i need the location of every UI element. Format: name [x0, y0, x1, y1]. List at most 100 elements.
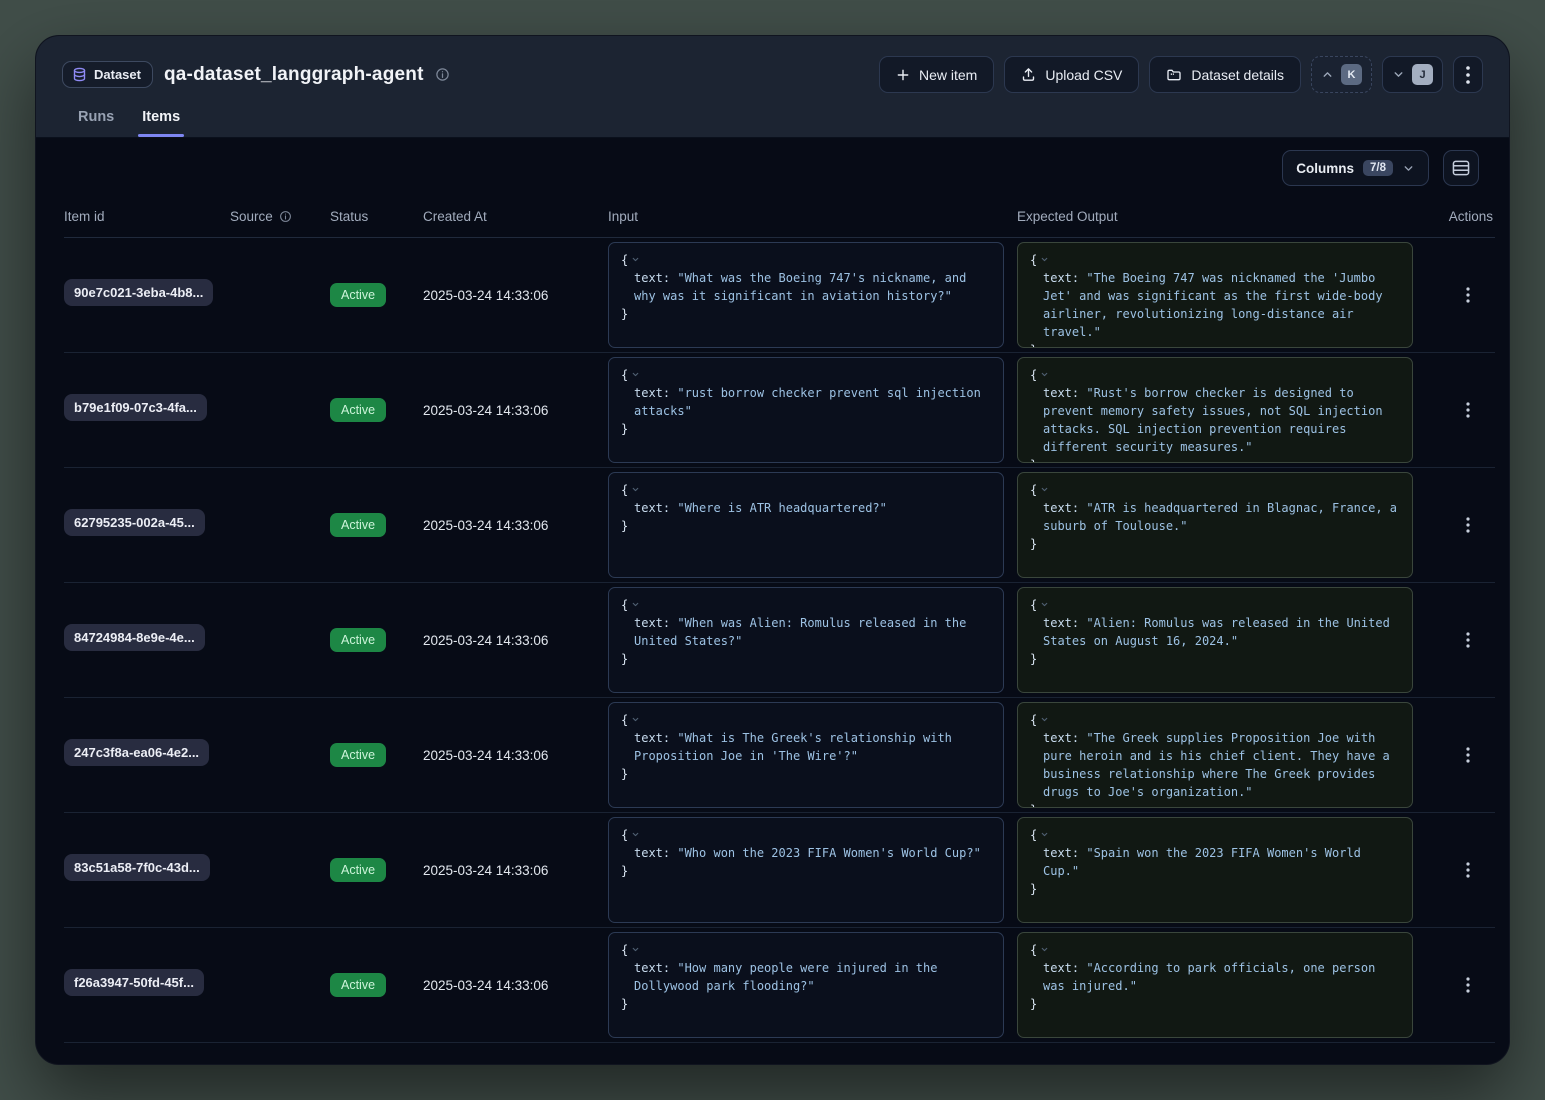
upload-csv-button[interactable]: Upload CSV — [1004, 56, 1139, 93]
status-badge: Active — [330, 973, 386, 997]
kebab-menu-icon — [1466, 517, 1470, 533]
dataset-details-button[interactable]: Dataset details — [1149, 56, 1301, 93]
table-toolbar: Columns 7/8 — [36, 138, 1509, 196]
status-badge: Active — [330, 858, 386, 882]
row-actions-button[interactable] — [1455, 857, 1481, 883]
expected-output-json-block[interactable]: { text: "ATR is headquartered in Blagnac… — [1017, 472, 1413, 578]
table-row: 84724984-8e9e-4e... Active 2025-03-24 14… — [64, 583, 1495, 698]
column-header-created-at[interactable]: Created At — [423, 209, 608, 224]
prev-item-button[interactable]: K — [1311, 56, 1372, 93]
item-id-pill[interactable]: 83c51a58-7f0c-43d... — [64, 854, 210, 881]
row-actions-button[interactable] — [1455, 512, 1481, 538]
created-at-value: 2025-03-24 14:33:06 — [423, 518, 608, 533]
column-header-source[interactable]: Source — [230, 209, 330, 224]
input-text-value: "What was the Boeing 747's nickname, and… — [634, 271, 966, 303]
status-badge: Active — [330, 398, 386, 422]
collapse-chevron-icon[interactable] — [1040, 485, 1049, 494]
header-more-actions-button[interactable] — [1453, 56, 1483, 93]
collapse-chevron-icon[interactable] — [1040, 600, 1049, 609]
input-json-block[interactable]: { text: "How many people were injured in… — [608, 932, 1004, 1038]
expected-output-text-value: "ATR is headquartered in Blagnac, France… — [1043, 501, 1397, 533]
input-json-block[interactable]: { text: "Who won the 2023 FIFA Women's W… — [608, 817, 1004, 923]
info-icon[interactable] — [435, 67, 450, 82]
table-row: 247c3f8a-ea06-4e2... Active 2025-03-24 1… — [64, 698, 1495, 813]
row-actions-button[interactable] — [1455, 627, 1481, 653]
expected-output-text-value: "The Boeing 747 was nicknamed the 'Jumbo… — [1043, 271, 1383, 339]
input-json-block[interactable]: { text: "What is The Greek's relationshi… — [608, 702, 1004, 808]
item-id-pill[interactable]: f26a3947-50fd-45f... — [64, 969, 204, 996]
columns-selector-button[interactable]: Columns 7/8 — [1282, 150, 1429, 186]
collapse-chevron-icon[interactable] — [631, 715, 640, 724]
collapse-chevron-icon[interactable] — [631, 255, 640, 264]
row-actions-button[interactable] — [1455, 282, 1481, 308]
row-actions-button[interactable] — [1455, 972, 1481, 998]
collapse-chevron-icon[interactable] — [631, 600, 640, 609]
collapse-chevron-icon[interactable] — [1040, 370, 1049, 379]
column-header-item-id[interactable]: Item id — [64, 209, 230, 224]
plus-icon — [896, 68, 910, 82]
expected-output-json-block[interactable]: { text: "The Greek supplies Proposition … — [1017, 702, 1413, 808]
input-json-block[interactable]: { text: "Where is ATR headquartered?" } — [608, 472, 1004, 578]
tab-bar: Runs Items — [74, 109, 1483, 137]
upload-csv-label: Upload CSV — [1045, 67, 1122, 83]
expected-output-json-block[interactable]: { text: "Alien: Romulus was released in … — [1017, 587, 1413, 693]
row-height-button[interactable] — [1443, 150, 1479, 186]
collapse-chevron-icon[interactable] — [1040, 255, 1049, 264]
columns-count-badge: 7/8 — [1363, 160, 1393, 176]
column-header-input[interactable]: Input — [608, 209, 1017, 224]
status-badge: Active — [330, 283, 386, 307]
column-header-expected-output[interactable]: Expected Output — [1017, 209, 1417, 224]
created-at-value: 2025-03-24 14:33:06 — [423, 633, 608, 648]
input-json-block[interactable]: { text: "rust borrow checker prevent sql… — [608, 357, 1004, 463]
expected-output-json-block[interactable]: { text: "Spain won the 2023 FIFA Women's… — [1017, 817, 1413, 923]
input-text-value: "When was Alien: Romulus released in the… — [634, 616, 966, 648]
kebab-menu-icon — [1466, 862, 1470, 878]
created-at-value: 2025-03-24 14:33:06 — [423, 288, 608, 303]
collapse-chevron-icon[interactable] — [1040, 715, 1049, 724]
expected-output-text-value: "Rust's borrow checker is designed to pr… — [1043, 386, 1383, 454]
collapse-chevron-icon[interactable] — [631, 830, 640, 839]
page-title: qa-dataset_langgraph-agent — [164, 64, 424, 86]
app-window: Dataset qa-dataset_langgraph-agent New i… — [35, 35, 1510, 1065]
expected-output-json-block[interactable]: { text: "The Boeing 747 was nicknamed th… — [1017, 242, 1413, 348]
columns-label: Columns — [1296, 161, 1354, 176]
header: Dataset qa-dataset_langgraph-agent New i… — [36, 36, 1509, 138]
tab-runs[interactable]: Runs — [74, 109, 118, 137]
info-icon[interactable] — [279, 210, 292, 223]
expected-output-json-block[interactable]: { text: "According to park officials, on… — [1017, 932, 1413, 1038]
item-id-pill[interactable]: 84724984-8e9e-4e... — [64, 624, 205, 651]
collapse-chevron-icon[interactable] — [1040, 945, 1049, 954]
item-id-pill[interactable]: 90e7c021-3eba-4b8... — [64, 279, 213, 306]
item-id-pill[interactable]: 247c3f8a-ea06-4e2... — [64, 739, 209, 766]
input-json-block[interactable]: { text: "What was the Boeing 747's nickn… — [608, 242, 1004, 348]
dataset-badge-label: Dataset — [94, 67, 141, 82]
status-badge: Active — [330, 628, 386, 652]
column-header-status[interactable]: Status — [330, 209, 423, 224]
database-icon — [72, 67, 87, 82]
table-row: b79e1f09-07c3-4fa... Active 2025-03-24 1… — [64, 353, 1495, 468]
expected-output-json-block[interactable]: { text: "Rust's borrow checker is design… — [1017, 357, 1413, 463]
collapse-chevron-icon[interactable] — [631, 370, 640, 379]
dataset-type-badge[interactable]: Dataset — [62, 61, 153, 88]
kebab-menu-icon — [1466, 632, 1470, 648]
input-text-value: "rust borrow checker prevent sql injecti… — [634, 386, 981, 418]
new-item-button[interactable]: New item — [879, 56, 994, 93]
collapse-chevron-icon[interactable] — [631, 485, 640, 494]
table-row: 62795235-002a-45... Active 2025-03-24 14… — [64, 468, 1495, 583]
upload-icon — [1021, 67, 1036, 82]
item-id-pill[interactable]: b79e1f09-07c3-4fa... — [64, 394, 207, 421]
input-text-value: "Where is ATR headquartered?" — [677, 501, 887, 515]
created-at-value: 2025-03-24 14:33:06 — [423, 978, 608, 993]
expected-output-text-value: "According to park officials, one person… — [1043, 961, 1375, 993]
kebab-menu-icon — [1466, 287, 1470, 303]
kebab-menu-icon — [1466, 66, 1470, 84]
row-actions-button[interactable] — [1455, 742, 1481, 768]
input-json-block[interactable]: { text: "When was Alien: Romulus release… — [608, 587, 1004, 693]
item-id-pill[interactable]: 62795235-002a-45... — [64, 509, 205, 536]
tab-items[interactable]: Items — [138, 109, 184, 137]
collapse-chevron-icon[interactable] — [631, 945, 640, 954]
kebab-menu-icon — [1466, 747, 1470, 763]
row-actions-button[interactable] — [1455, 397, 1481, 423]
collapse-chevron-icon[interactable] — [1040, 830, 1049, 839]
next-item-button[interactable]: J — [1382, 56, 1443, 93]
